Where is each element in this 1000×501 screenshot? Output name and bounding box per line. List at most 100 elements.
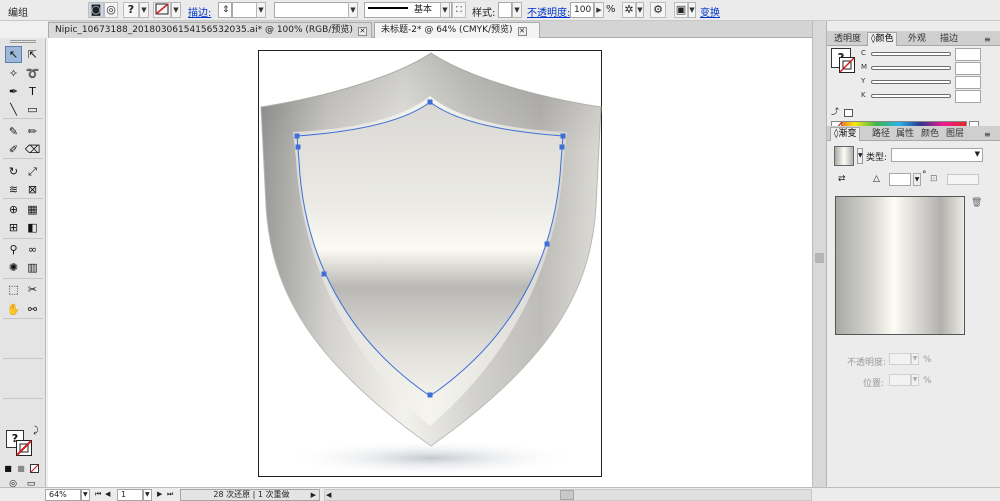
color-mode-icon[interactable]: ■	[3, 464, 13, 474]
isolate-mode-icon[interactable]: ◎	[104, 2, 118, 18]
tab-stroke[interactable]: 描边	[936, 32, 962, 46]
anchor-point[interactable]	[427, 99, 433, 105]
tab-gradient[interactable]: ◊渐变	[830, 127, 861, 141]
channel-input-k[interactable]	[955, 90, 981, 103]
horizontal-scrollbar[interactable]: ◀	[324, 489, 812, 501]
stop-location-input[interactable]	[889, 374, 911, 386]
scroll-left-icon[interactable]: ◀	[326, 490, 331, 500]
history-status[interactable]: 28 次还原 | 1 次重做 ▶	[180, 489, 320, 501]
channel-input-c[interactable]	[955, 48, 981, 61]
prev-artboard-icon[interactable]: ◀	[104, 489, 114, 501]
artboard-tool-icon[interactable]: ⬚	[5, 281, 22, 298]
variable-width-profile[interactable]	[274, 2, 358, 18]
stroke-weight-dropdown-icon[interactable]: ▼	[256, 2, 266, 18]
pen-tool-icon[interactable]: ✒	[5, 83, 22, 100]
brush-dropdown-icon[interactable]: ▼	[440, 2, 450, 18]
close-tab-icon[interactable]: ✕	[517, 27, 527, 36]
channel-input-y[interactable]	[955, 76, 981, 89]
mesh-tool-icon[interactable]: ⊞	[5, 219, 22, 236]
magic-wand-tool-icon[interactable]: ✧	[5, 65, 22, 82]
direct-selection-tool-icon[interactable]: ⇱	[24, 46, 41, 63]
opacity-input[interactable]: 100	[570, 2, 594, 18]
free-transform-tool-icon[interactable]: ⊠	[24, 181, 41, 198]
tab-appearance[interactable]: 外观	[904, 32, 930, 46]
eraser-tool-icon[interactable]: ⌫	[24, 141, 41, 158]
anchor-point[interactable]	[427, 392, 433, 398]
anchor-point[interactable]	[295, 144, 301, 150]
opacity-link[interactable]: 不透明度:	[527, 4, 570, 19]
hand-tool-icon[interactable]: ✋	[5, 301, 22, 318]
slice-tool-icon[interactable]: ✂	[24, 281, 41, 298]
stop-opacity-input[interactable]	[889, 353, 911, 365]
graphic-style-swatch[interactable]	[498, 2, 512, 18]
pencil-tool-icon[interactable]: ✏	[24, 123, 41, 140]
rotate-tool-icon[interactable]: ↻	[5, 163, 22, 180]
zoom-input[interactable]: 64%	[45, 489, 81, 501]
blend-tool-icon[interactable]: ∞	[24, 241, 41, 258]
recolor-artwork-icon[interactable]: ✲	[622, 2, 636, 18]
angle-dropdown-icon[interactable]: ▼	[913, 173, 921, 186]
aspect-ratio-input[interactable]	[947, 174, 979, 185]
stop-location-dropdown-icon[interactable]: ▼	[911, 374, 919, 386]
last-color-swatch[interactable]	[844, 109, 853, 117]
zoom-tool-icon[interactable]: ⚯	[24, 301, 41, 318]
type-tool-icon[interactable]: T	[24, 83, 41, 100]
reverse-gradient-icon[interactable]: ⇄	[838, 174, 852, 186]
gradient-thumbnail-dropdown-icon[interactable]: ▼	[857, 148, 863, 164]
scale-tool-icon[interactable]: ⤢	[24, 163, 41, 180]
stop-opacity-dropdown-icon[interactable]: ▼	[911, 353, 919, 365]
column-graph-tool-icon[interactable]: ▥	[24, 259, 41, 276]
gradient-thumbnail[interactable]	[834, 146, 854, 166]
symbol-sprayer-tool-icon[interactable]: ✺	[5, 259, 22, 276]
artboard[interactable]	[258, 50, 602, 477]
out-of-gamut-icon[interactable]: ⤴	[831, 106, 841, 116]
panel-grip[interactable]	[10, 40, 36, 43]
dock-scroll-thumb[interactable]	[815, 253, 824, 263]
tab-transparency[interactable]: 透明度	[830, 32, 865, 46]
gradient-mode-icon[interactable]: ■	[16, 464, 26, 474]
anchor-point[interactable]	[321, 271, 327, 277]
channel-slider-m[interactable]	[871, 66, 951, 70]
tab-layers[interactable]: 图层	[942, 127, 968, 141]
tab-pathfinder[interactable]: 路径	[868, 127, 894, 141]
tab-attributes[interactable]: 属性	[892, 127, 918, 141]
swap-colors-icon[interactable]: ⤸	[30, 426, 42, 436]
paintbrush-tool-icon[interactable]: ✎	[5, 123, 22, 140]
align-icon[interactable]: ▣	[674, 2, 688, 18]
align-dropdown-icon[interactable]: ▼	[688, 2, 696, 18]
fill-dropdown-icon[interactable]: ▼	[139, 2, 149, 18]
lasso-tool-icon[interactable]: ➰	[24, 65, 41, 82]
document-tab-1[interactable]: Nipic_10673188_20180306154156532035.ai* …	[48, 22, 372, 38]
channel-slider-k[interactable]	[871, 94, 951, 98]
blob-brush-tool-icon[interactable]: ✐	[5, 141, 22, 158]
tab-color[interactable]: ◊颜色	[867, 32, 898, 46]
channel-slider-c[interactable]	[871, 52, 951, 56]
panel-menu-icon[interactable]: ≡	[980, 127, 995, 141]
color-stroke-icon[interactable]	[839, 57, 855, 73]
gradient-tool-icon[interactable]: ◧	[24, 219, 41, 236]
warp-tool-icon[interactable]: ≋	[5, 181, 22, 198]
artboard-dropdown-icon[interactable]: ▼	[143, 489, 152, 501]
anchor-point[interactable]	[560, 133, 566, 139]
anchor-point[interactable]	[544, 241, 550, 247]
stroke-spinner-icon[interactable]: ⇕	[218, 2, 232, 18]
next-artboard-icon[interactable]: ▶	[156, 489, 166, 501]
close-tab-icon[interactable]: ✕	[357, 27, 367, 36]
stroke-color-icon[interactable]	[15, 439, 33, 457]
profile-dropdown-icon[interactable]: ▼	[348, 2, 358, 18]
line-segment-tool-icon[interactable]: ╲	[5, 101, 22, 118]
zoom-dropdown-icon[interactable]: ▼	[81, 489, 90, 501]
perspective-grid-tool-icon[interactable]: ▦	[24, 201, 41, 218]
graphic-style-dropdown-icon[interactable]: ▼	[512, 2, 522, 18]
document-tab-2[interactable]: 未标题-2* @ 64% (CMYK/预览) ✕	[374, 22, 540, 38]
stroke-link[interactable]: 描边:	[188, 4, 211, 19]
rectangle-tool-icon[interactable]: ▭	[24, 101, 41, 118]
aspect-ratio-icon[interactable]: ⊡	[930, 174, 946, 186]
stroke-swatch-icon[interactable]	[153, 2, 171, 18]
anchor-point[interactable]	[294, 133, 300, 139]
selection-tool-icon[interactable]: ↖	[5, 46, 22, 63]
panel-menu-icon[interactable]: ≡	[980, 32, 995, 46]
shield-artwork[interactable]	[259, 51, 603, 478]
channel-slider-y[interactable]	[871, 80, 951, 84]
recolor-dropdown-icon[interactable]: ▼	[636, 2, 644, 18]
